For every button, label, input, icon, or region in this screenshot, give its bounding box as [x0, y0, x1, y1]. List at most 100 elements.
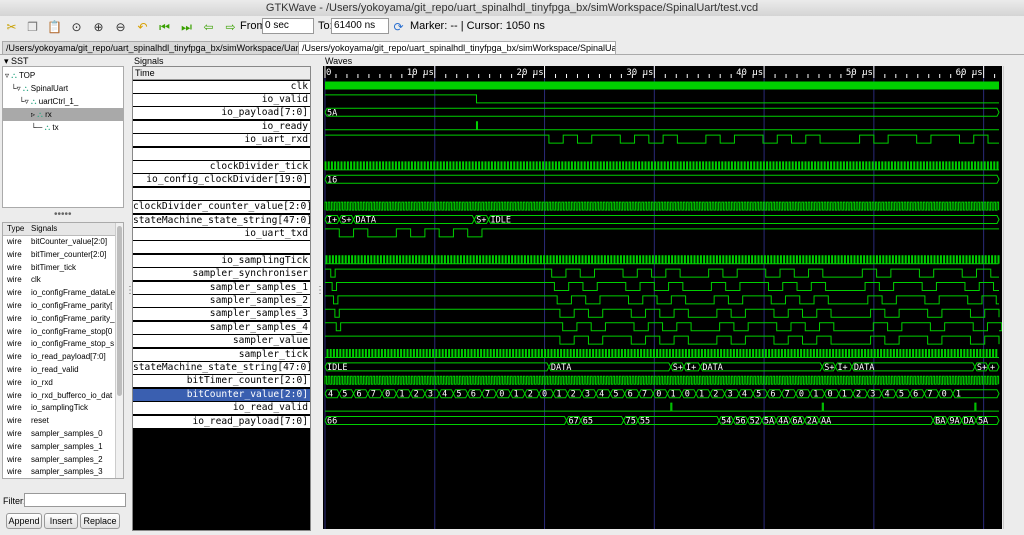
- signal-row[interactable]: clockDivider_counter_value[2:0]: [133, 201, 310, 214]
- signal-table-scrollbar[interactable]: [115, 223, 123, 478]
- signal-spacer[interactable]: [133, 147, 310, 160]
- signal-table-row[interactable]: wire io_samplingTick: [3, 402, 115, 415]
- signal-table-row[interactable]: wire sampler_samples_3: [3, 466, 115, 478]
- signal-row[interactable]: clk: [133, 80, 310, 93]
- signal-table-row[interactable]: wire io_configFrame_stop_s: [3, 338, 115, 351]
- signal-row[interactable]: stateMachine_state_string[47:0]: [133, 361, 310, 374]
- col-type-header[interactable]: Type: [7, 223, 24, 235]
- zoom-end-icon[interactable]: ⏭: [178, 19, 195, 35]
- filter-input[interactable]: [24, 493, 126, 507]
- signal-row[interactable]: io_config_clockDivider[19:0]: [133, 174, 310, 187]
- to-input[interactable]: 61400 ns: [331, 18, 389, 34]
- signal-row[interactable]: sampler_value: [133, 335, 310, 348]
- signal-row[interactable]: io_read_payload[7:0]: [133, 415, 310, 428]
- tree-item-spinaluart[interactable]: └▿ ⛬ SpinalUart: [11, 82, 68, 95]
- pane-splitter-handle[interactable]: •••••: [54, 209, 72, 220]
- zoom-out-icon[interactable]: ⊖: [112, 19, 129, 35]
- bitcounter-value-label: 5: [456, 390, 461, 400]
- tree-item-tx[interactable]: └─ ⛬ tx: [31, 121, 59, 134]
- signal-row[interactable]: stateMachine_state_string[47:0]: [133, 214, 310, 227]
- signal-row[interactable]: sampler_samples_3: [133, 308, 310, 321]
- paste-icon[interactable]: 📋: [46, 19, 63, 35]
- signal-table-row[interactable]: wire io_rxd_bufferco_io_dat: [3, 390, 115, 403]
- bitcounter-value-label: 4: [885, 390, 890, 400]
- signal-table-row[interactable]: wire sampler_samples_1: [3, 441, 115, 454]
- signal-type: wire: [7, 390, 22, 400]
- signal-spacer[interactable]: [133, 187, 310, 200]
- reload-icon[interactable]: ⟳: [390, 19, 407, 35]
- signal-row[interactable]: io_uart_rxd: [133, 134, 310, 147]
- waves-vertical-scrollbar[interactable]: [1003, 66, 1012, 529]
- bitcounter-value-label: 0: [942, 390, 947, 400]
- tree-item-top[interactable]: ▿ ⛬ TOP: [5, 69, 35, 82]
- bitcounter-value-label: 7: [485, 390, 490, 400]
- copy-icon[interactable]: ❐: [24, 19, 41, 35]
- signal-row[interactable]: clockDivider_tick: [133, 160, 310, 173]
- signal-table-row[interactable]: wire io_rxd: [3, 377, 115, 390]
- zoom-undo-icon[interactable]: ↶: [134, 19, 151, 35]
- tab-spinaluart[interactable]: /Users/yokoyama/git_repo/uart_spinalhdl_…: [298, 41, 616, 54]
- signal-row[interactable]: sampler_samples_2: [133, 294, 310, 307]
- bitcounter-value-label: 1: [556, 390, 561, 400]
- cut-icon[interactable]: ✂: [3, 19, 20, 35]
- bus-value-label: 16: [327, 175, 337, 185]
- signal-row[interactable]: io_uart_txd: [133, 227, 310, 240]
- module-icon: ⛬: [37, 110, 43, 119]
- col-signals-header[interactable]: Signals: [31, 223, 57, 235]
- zoom-in-icon[interactable]: ⊕: [90, 19, 107, 35]
- signal-row[interactable]: io_payload[7:0]: [133, 107, 310, 120]
- signal-name: reset: [31, 416, 49, 426]
- signal-table-row[interactable]: wire bitTimer_tick: [3, 262, 115, 275]
- signal-spacer[interactable]: [133, 241, 310, 254]
- ruler-tick-label: 0: [326, 68, 331, 78]
- tree-item-rx[interactable]: ▹ ⛬ rx: [3, 108, 123, 121]
- signal-row[interactable]: bitTimer_counter[2:0]: [133, 375, 310, 388]
- signal-table-row[interactable]: wire clk: [3, 274, 115, 287]
- waveform-canvas[interactable]: 0 10 us 20 us 30 us 40 us 50 us 60 us5A16I+ S+ D…: [323, 66, 1002, 529]
- signal-type: wire: [7, 441, 22, 451]
- zoom-fit-icon[interactable]: ⊙: [68, 19, 85, 35]
- signal-table-row[interactable]: wire io_configFrame_stop[0: [3, 326, 115, 339]
- signal-row[interactable]: io_ready: [133, 120, 310, 133]
- signal-table-row[interactable]: wire io_read_payload[7:0]: [3, 351, 115, 364]
- signal-table-row[interactable]: wire bitTimer_counter[2:0]: [3, 249, 115, 262]
- signal-table-row[interactable]: wire io_configFrame_parity_: [3, 313, 115, 326]
- signal-row[interactable]: sampler_synchroniser: [133, 268, 310, 281]
- prev-edge-icon[interactable]: ⇦: [200, 19, 217, 35]
- signal-table-row[interactable]: wire io_configFrame_parity[: [3, 300, 115, 313]
- bus-value-label: 52: [750, 417, 760, 427]
- signals-pane: Time clk io_valid io_payload[7:0] io_ready i…: [132, 66, 311, 531]
- bus-value-label: DATA: [551, 363, 571, 373]
- signal-name: io_read_valid: [31, 365, 79, 374]
- signal-row[interactable]: io_read_valid: [133, 402, 310, 415]
- next-edge-icon[interactable]: ⇨: [222, 19, 239, 35]
- signal-type: wire: [7, 429, 22, 438]
- signal-table-row[interactable]: wire io_configFrame_dataLe: [3, 287, 115, 300]
- clk-waveform: [325, 81, 999, 90]
- signal-table-row[interactable]: wire bitCounter_value[2:0]: [3, 236, 115, 249]
- signal-table-row[interactable]: wire reset: [3, 415, 115, 428]
- from-input[interactable]: 0 sec: [262, 18, 314, 34]
- signal-row[interactable]: io_samplingTick: [133, 254, 310, 267]
- bus-value-label: S+: [476, 216, 486, 226]
- append-button[interactable]: Append: [6, 513, 42, 529]
- signal-row[interactable]: sampler_samples_4: [133, 321, 310, 334]
- bus-segment: [324, 174, 1000, 184]
- signal-row[interactable]: bitCounter_value[2:0]: [133, 388, 310, 401]
- insert-button[interactable]: Insert: [44, 513, 78, 529]
- scrollbar-thumb[interactable]: [117, 226, 122, 396]
- signal-row[interactable]: sampler_samples_1: [133, 281, 310, 294]
- signal-table-row[interactable]: wire io_read_valid: [3, 364, 115, 377]
- waves-pane[interactable]: 0 10 us 20 us 30 us 40 us 50 us 60 us 5A 16 I+ S+ D…: [323, 66, 1002, 529]
- sst-tree[interactable]: ▿ ⛬ TOP └▿ ⛬ SpinalUart └▿ ⛬ uartCtrl_1_…: [2, 66, 124, 208]
- signal-row[interactable]: sampler_tick: [133, 348, 310, 361]
- logic-waveform: [325, 228, 999, 238]
- tab-uartctrl[interactable]: /Users/yokoyama/git_repo/uart_spinalhdl_…: [2, 41, 302, 54]
- zoom-start-icon[interactable]: ⏮: [156, 19, 173, 35]
- signal-row[interactable]: io_valid: [133, 93, 310, 106]
- replace-button[interactable]: Replace: [80, 513, 120, 529]
- tree-item-uartctrl[interactable]: └▿ ⛬ uartCtrl_1_: [19, 95, 78, 108]
- signal-table-row[interactable]: wire sampler_samples_2: [3, 454, 115, 467]
- signal-table-row[interactable]: wire sampler_samples_0: [3, 428, 115, 441]
- bitcounter-value-label: 6: [357, 390, 362, 400]
